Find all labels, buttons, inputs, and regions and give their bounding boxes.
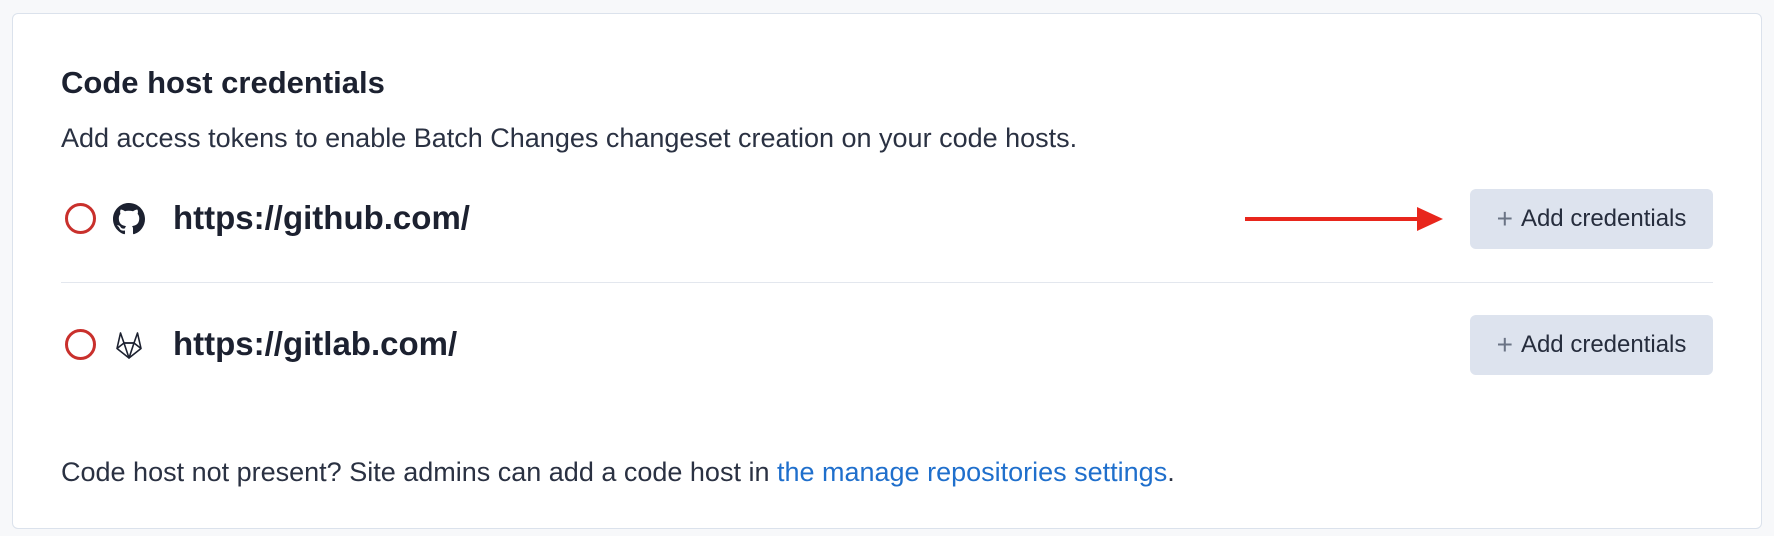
section-description: Add access tokens to enable Batch Change… xyxy=(61,123,1078,153)
section-title: Code host credentials xyxy=(61,65,385,100)
footer-note: Code host not present? Site admins can a… xyxy=(61,455,1175,490)
add-credentials-label: Add credentials xyxy=(1520,331,1687,358)
footer-suffix: . xyxy=(1167,457,1175,487)
footer-prefix: Code host not present? Site admins can a… xyxy=(61,457,777,487)
row-divider xyxy=(61,282,1713,283)
plus-icon: + xyxy=(1496,203,1513,234)
code-host-row-gitlab: https://gitlab.com/ + Add credentials xyxy=(61,313,1713,377)
plus-icon: + xyxy=(1496,329,1513,360)
no-credentials-status-icon xyxy=(65,329,96,360)
annotation-arrow-icon xyxy=(1245,207,1443,231)
add-credentials-label: Add credentials xyxy=(1520,205,1687,232)
gitlab-icon xyxy=(116,332,142,359)
code-host-credentials-card: Code host credentials Add access tokens … xyxy=(12,13,1762,529)
add-credentials-button[interactable]: + Add credentials xyxy=(1470,189,1713,249)
no-credentials-status-icon xyxy=(65,203,96,234)
github-icon xyxy=(113,203,145,235)
code-host-url: https://github.com/ xyxy=(173,199,470,236)
manage-repositories-settings-link[interactable]: the manage repositories settings xyxy=(777,457,1167,487)
add-credentials-button[interactable]: + Add credentials xyxy=(1470,315,1713,375)
code-host-url: https://gitlab.com/ xyxy=(173,325,458,362)
code-host-row-github: https://github.com/ + Add credentials xyxy=(61,187,1713,251)
